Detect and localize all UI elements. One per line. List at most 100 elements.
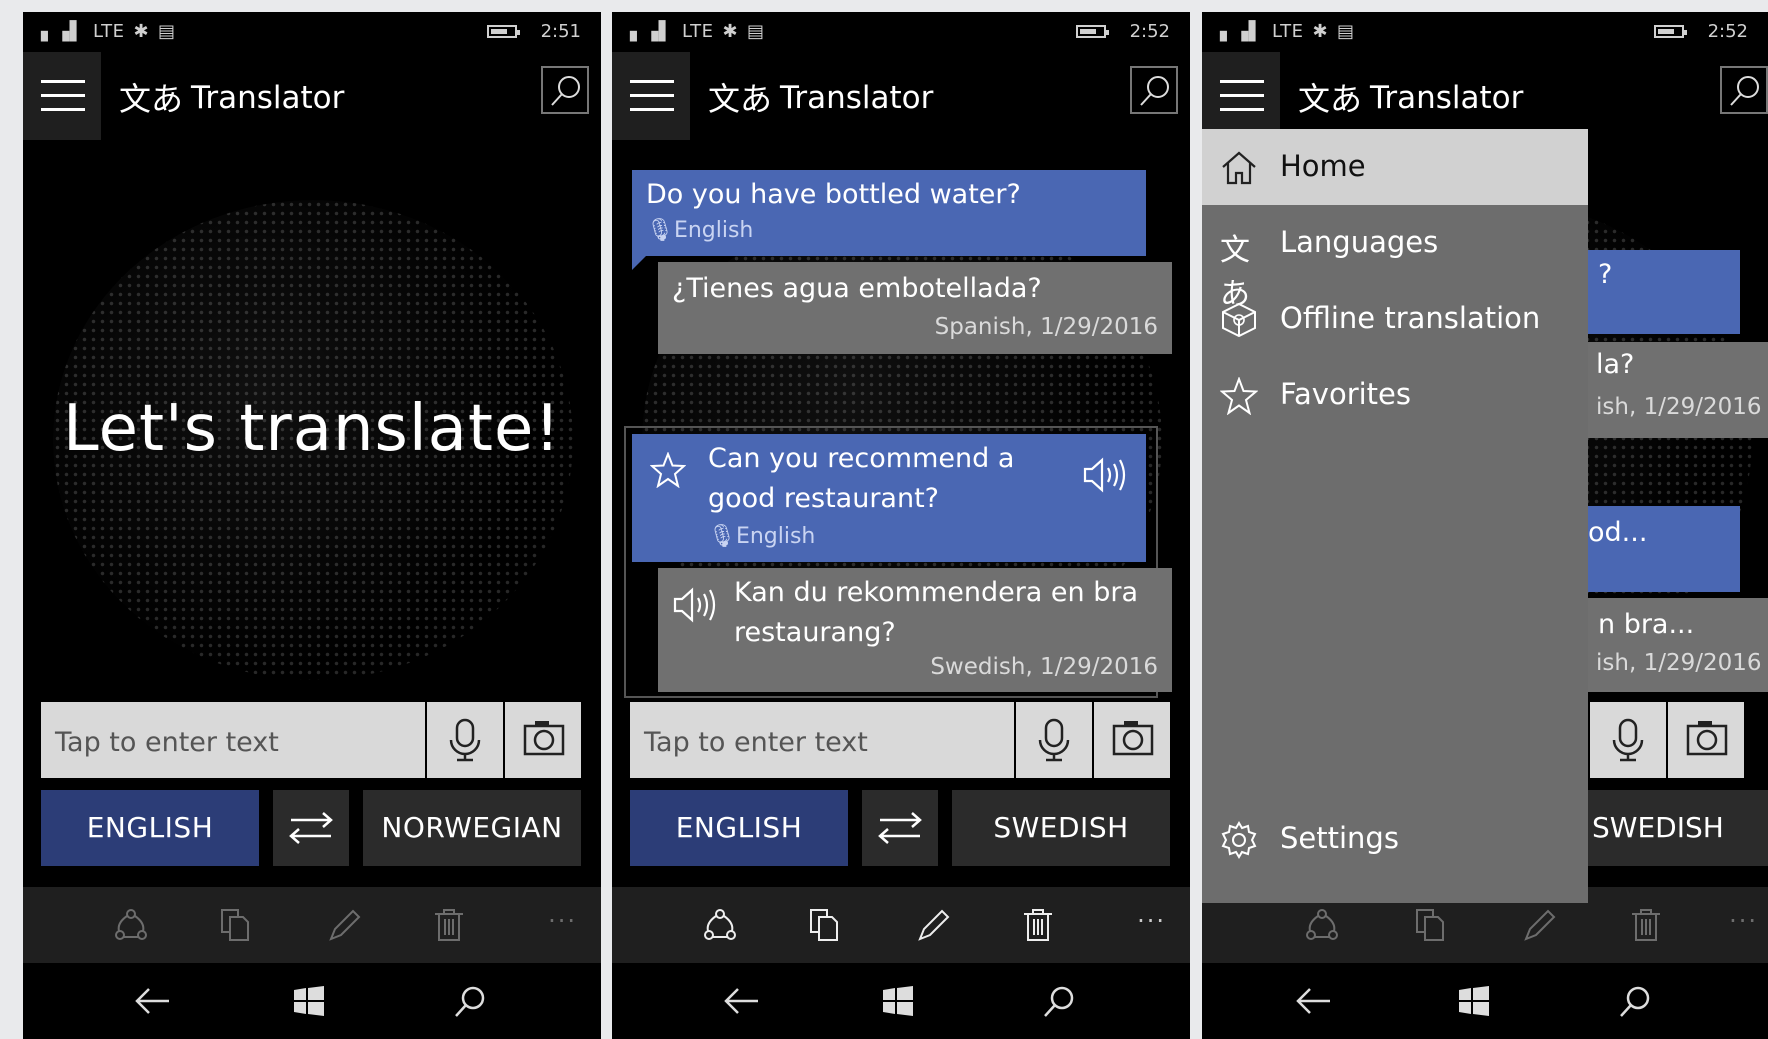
microphone-button[interactable] bbox=[1590, 702, 1666, 778]
menu-item-languages[interactable]: 文あ Languages bbox=[1202, 205, 1588, 312]
translation-text: ¿Tienes agua embotellada? bbox=[672, 273, 1042, 304]
bluetooth-icon: ✱ bbox=[1312, 21, 1329, 42]
peek-meta: ish, 1/29/2016 bbox=[1596, 394, 1762, 420]
swap-languages-button[interactable] bbox=[273, 790, 349, 866]
message-bubble-translation-selected[interactable]: Kan du rekommendera en bra restaurang? S… bbox=[658, 568, 1172, 692]
translation-text-line2: restaurang? bbox=[734, 617, 896, 648]
translation-text-line1: Kan du rekommendera en bra bbox=[734, 577, 1139, 608]
swap-languages-button[interactable] bbox=[862, 790, 938, 866]
menu-item-settings[interactable]: Settings bbox=[1202, 801, 1588, 877]
microphone-icon bbox=[1038, 718, 1070, 762]
mic-small-icon: 🎙 bbox=[708, 524, 736, 549]
camera-icon bbox=[1112, 721, 1154, 756]
swap-icon bbox=[289, 812, 333, 844]
source-language-button[interactable]: ENGLISH bbox=[630, 790, 848, 866]
offline-package-icon bbox=[1222, 302, 1256, 338]
system-nav-bar bbox=[23, 963, 601, 1039]
speaker-icon[interactable] bbox=[672, 586, 718, 624]
menu-item-label: Languages bbox=[1280, 225, 1439, 259]
share-icon[interactable] bbox=[1304, 907, 1340, 943]
cortana-search-icon[interactable] bbox=[453, 985, 487, 1019]
copy-icon[interactable] bbox=[219, 907, 251, 943]
status-bar: ▖▗▌ LTE ✱ ▤ 2:52 bbox=[1202, 12, 1768, 52]
menu-item-offline-translation[interactable]: Offline translation bbox=[1202, 281, 1588, 357]
hamburger-menu-button[interactable] bbox=[612, 52, 690, 140]
windows-start-icon[interactable] bbox=[293, 985, 325, 1017]
more-options-button[interactable]: ··· bbox=[548, 907, 577, 935]
edit-icon[interactable] bbox=[327, 907, 363, 943]
windows-start-icon[interactable] bbox=[882, 985, 914, 1017]
mic-small-icon: 🎙 bbox=[646, 218, 674, 243]
hamburger-menu-button[interactable] bbox=[23, 52, 101, 140]
translator-app-icon: 文あ bbox=[708, 80, 773, 118]
target-language-button[interactable]: NORWEGIAN bbox=[363, 790, 581, 866]
share-icon[interactable] bbox=[702, 907, 738, 943]
edit-icon[interactable] bbox=[1522, 907, 1558, 943]
windows-start-icon[interactable] bbox=[1458, 985, 1490, 1017]
languages-icon: 文あ bbox=[1220, 233, 1250, 312]
more-options-button[interactable]: ··· bbox=[1729, 907, 1758, 935]
microphone-icon bbox=[1612, 718, 1644, 762]
delete-icon[interactable] bbox=[1022, 907, 1054, 943]
copy-icon[interactable] bbox=[1414, 907, 1446, 943]
hamburger-menu-button[interactable] bbox=[1202, 52, 1280, 140]
copy-icon[interactable] bbox=[808, 907, 840, 943]
peek-text: od... bbox=[1588, 517, 1648, 548]
source-language-button[interactable]: ENGLISH bbox=[41, 790, 259, 866]
message-source-language: 🎙English bbox=[708, 524, 815, 549]
delete-icon[interactable] bbox=[433, 907, 465, 943]
translation-meta: Spanish, 1/29/2016 bbox=[934, 314, 1158, 340]
app-header: 文あ Translator bbox=[612, 52, 1190, 140]
text-input[interactable]: Tap to enter text bbox=[41, 702, 425, 778]
bluetooth-icon: ✱ bbox=[133, 21, 150, 42]
network-label: LTE bbox=[93, 21, 125, 42]
back-icon[interactable] bbox=[133, 985, 171, 1017]
menu-item-label: Home bbox=[1280, 149, 1366, 183]
message-text-line1: Can you recommend a bbox=[708, 443, 1015, 474]
camera-button[interactable] bbox=[1094, 702, 1170, 778]
translation-meta: Swedish, 1/29/2016 bbox=[930, 654, 1158, 680]
more-options-button[interactable]: ··· bbox=[1137, 907, 1166, 935]
microphone-button[interactable] bbox=[1016, 702, 1092, 778]
edit-icon[interactable] bbox=[916, 907, 952, 943]
menu-item-home[interactable]: Home bbox=[1202, 129, 1588, 205]
message-bubble-source[interactable]: Do you have bottled water? 🎙English bbox=[632, 170, 1146, 256]
language-row: ENGLISH SWEDISH bbox=[630, 790, 1170, 866]
network-label: LTE bbox=[1272, 21, 1304, 42]
search-button[interactable] bbox=[541, 66, 589, 114]
camera-button[interactable] bbox=[1668, 702, 1744, 778]
menu-item-favorites[interactable]: Favorites bbox=[1202, 357, 1588, 433]
microphone-icon bbox=[449, 718, 481, 762]
message-source-language: 🎙English bbox=[646, 218, 753, 243]
translator-app-icon: 文あ bbox=[119, 80, 184, 118]
search-button[interactable] bbox=[1130, 66, 1178, 114]
app-title: Translator bbox=[191, 80, 345, 116]
back-icon[interactable] bbox=[722, 985, 760, 1017]
message-bubble-translation[interactable]: ¿Tienes agua embotellada? Spanish, 1/29/… bbox=[658, 262, 1172, 354]
cortana-search-icon[interactable] bbox=[1618, 985, 1652, 1019]
delete-icon[interactable] bbox=[1630, 907, 1662, 943]
clock: 2:51 bbox=[540, 21, 581, 42]
microphone-button[interactable] bbox=[427, 702, 503, 778]
message-source-label: English bbox=[735, 524, 816, 549]
input-row: Tap to enter text bbox=[630, 702, 1170, 778]
target-language-button[interactable]: SWEDISH bbox=[1572, 790, 1768, 866]
back-icon[interactable] bbox=[1294, 985, 1332, 1017]
hero-title: Let's translate! bbox=[63, 392, 561, 466]
message-icon: ▤ bbox=[158, 21, 176, 42]
navigation-menu: Home 文あ Languages Offline translation Fa… bbox=[1202, 129, 1588, 903]
app-bar: ··· bbox=[23, 887, 601, 963]
camera-button[interactable] bbox=[505, 702, 581, 778]
target-language-button[interactable]: SWEDISH bbox=[952, 790, 1170, 866]
message-bubble-source-selected[interactable]: Can you recommend a good restaurant? 🎙En… bbox=[632, 434, 1146, 562]
search-button[interactable] bbox=[1720, 66, 1768, 114]
speaker-icon[interactable] bbox=[1082, 456, 1128, 494]
cortana-search-icon[interactable] bbox=[1042, 985, 1076, 1019]
clock: 2:52 bbox=[1707, 21, 1748, 42]
share-icon[interactable] bbox=[113, 907, 149, 943]
system-nav-bar bbox=[612, 963, 1190, 1039]
battery-icon bbox=[1653, 25, 1687, 38]
star-icon[interactable] bbox=[650, 452, 686, 488]
text-input[interactable]: Tap to enter text bbox=[630, 702, 1014, 778]
app-title: Translator bbox=[780, 80, 934, 116]
